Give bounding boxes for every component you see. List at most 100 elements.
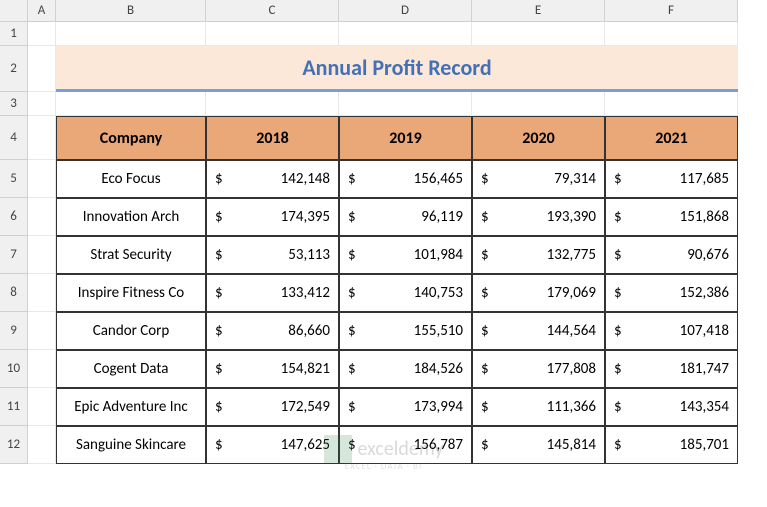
cell-2018-1[interactable]: $174,395 [206,198,339,236]
cell-D1[interactable] [339,22,472,46]
currency-symbol: $ [614,322,622,340]
cell-company-1[interactable]: Innovation Arch [56,198,206,236]
cell-2019-3[interactable]: $140,753 [339,274,472,312]
cell-C3[interactable] [206,92,339,116]
row-header-8[interactable]: 8 [0,274,28,312]
cell-F3[interactable] [605,92,738,116]
cell-2020-6[interactable]: $111,366 [472,388,605,426]
row-header-7[interactable]: 7 [0,236,28,274]
col-header-E[interactable]: E [472,0,605,22]
cell-C1[interactable] [206,22,339,46]
amount: 156,465 [414,170,463,188]
cell-2021-1[interactable]: $151,868 [605,198,738,236]
header-2020[interactable]: 2020 [472,116,605,160]
cell-company-7[interactable]: Sanguine Skincare [56,426,206,464]
row-header-5[interactable]: 5 [0,160,28,198]
cell-2019-7[interactable]: $156,787 [339,426,472,464]
cell-2019-1[interactable]: $96,119 [339,198,472,236]
col-header-B[interactable]: B [56,0,206,22]
amount: 174,395 [281,208,330,226]
header-2018[interactable]: 2018 [206,116,339,160]
amount: 79,314 [554,170,596,188]
cell-2018-0[interactable]: $142,148 [206,160,339,198]
row-header-10[interactable]: 10 [0,350,28,388]
row-header-3[interactable]: 3 [0,92,28,116]
cell-2018-2[interactable]: $53,113 [206,236,339,274]
col-header-A[interactable]: A [28,0,56,22]
row-header-4[interactable]: 4 [0,116,28,160]
cell-A1[interactable] [28,22,56,46]
cell-2020-0[interactable]: $79,314 [472,160,605,198]
cell-E3[interactable] [472,92,605,116]
cell-A6[interactable] [28,198,56,236]
cell-2018-4[interactable]: $86,660 [206,312,339,350]
cell-2018-7[interactable]: $147,625 [206,426,339,464]
amount: 96,119 [421,208,463,226]
cell-2019-2[interactable]: $101,984 [339,236,472,274]
col-header-C[interactable]: C [206,0,339,22]
row-header-11[interactable]: 11 [0,388,28,426]
col-header-D[interactable]: D [339,0,472,22]
cell-2020-4[interactable]: $144,564 [472,312,605,350]
cell-A11[interactable] [28,388,56,426]
cell-2019-4[interactable]: $155,510 [339,312,472,350]
currency-symbol: $ [215,398,223,416]
title-cell[interactable]: Annual Profit Record [56,46,738,92]
cell-2018-5[interactable]: $154,821 [206,350,339,388]
currency-symbol: $ [481,398,489,416]
cell-2021-3[interactable]: $152,386 [605,274,738,312]
cell-A12[interactable] [28,426,56,464]
cell-A3[interactable] [28,92,56,116]
cell-2021-7[interactable]: $185,701 [605,426,738,464]
cell-company-0[interactable]: Eco Focus [56,160,206,198]
header-2021[interactable]: 2021 [605,116,738,160]
cell-B1[interactable] [56,22,206,46]
amount: 147,625 [281,436,330,454]
cell-A8[interactable] [28,274,56,312]
cell-company-5[interactable]: Cogent Data [56,350,206,388]
cell-2020-1[interactable]: $193,390 [472,198,605,236]
cell-E1[interactable] [472,22,605,46]
cell-company-3[interactable]: Inspire Fitness Co [56,274,206,312]
cell-A10[interactable] [28,350,56,388]
row-header-9[interactable]: 9 [0,312,28,350]
col-header-F[interactable]: F [605,0,738,22]
cell-2018-3[interactable]: $133,412 [206,274,339,312]
cell-A2[interactable] [28,46,56,92]
cell-2021-2[interactable]: $90,676 [605,236,738,274]
cell-2021-6[interactable]: $143,354 [605,388,738,426]
cell-A4[interactable] [28,116,56,160]
cell-A9[interactable] [28,312,56,350]
cell-2021-0[interactable]: $117,685 [605,160,738,198]
cell-2021-5[interactable]: $181,747 [605,350,738,388]
cell-2019-6[interactable]: $173,994 [339,388,472,426]
row-header-2[interactable]: 2 [0,46,28,92]
header-2019[interactable]: 2019 [339,116,472,160]
row-header-1[interactable]: 1 [0,22,28,46]
cell-company-2[interactable]: Strat Security [56,236,206,274]
row-header-12[interactable]: 12 [0,426,28,464]
cell-A5[interactable] [28,160,56,198]
currency-symbol: $ [481,246,489,264]
cell-B3[interactable] [56,92,206,116]
cell-D3[interactable] [339,92,472,116]
cell-2020-7[interactable]: $145,814 [472,426,605,464]
amount: 101,984 [414,246,463,264]
cell-company-4[interactable]: Candor Corp [56,312,206,350]
cell-2019-0[interactable]: $156,465 [339,160,472,198]
cell-2021-4[interactable]: $107,418 [605,312,738,350]
cell-A7[interactable] [28,236,56,274]
cell-2020-2[interactable]: $132,775 [472,236,605,274]
header-company[interactable]: Company [56,116,206,160]
currency-symbol: $ [614,246,622,264]
amount: 193,390 [547,208,596,226]
cell-2018-6[interactable]: $172,549 [206,388,339,426]
select-all-corner[interactable] [0,0,28,22]
cell-2019-5[interactable]: $184,526 [339,350,472,388]
cell-2020-3[interactable]: $179,069 [472,274,605,312]
amount: 172,549 [281,398,330,416]
row-header-6[interactable]: 6 [0,198,28,236]
cell-2020-5[interactable]: $177,808 [472,350,605,388]
cell-F1[interactable] [605,22,738,46]
cell-company-6[interactable]: Epic Adventure Inc [56,388,206,426]
